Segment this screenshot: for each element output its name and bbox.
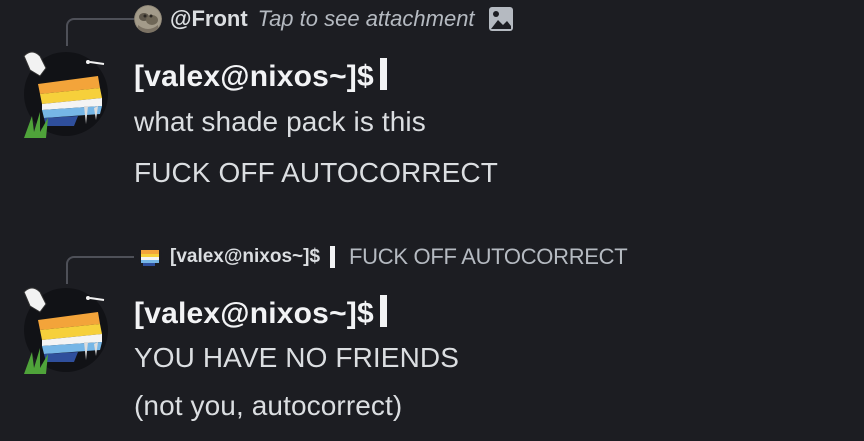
reply-preview-text[interactable]: Tap to see attachment xyxy=(258,6,475,32)
reply-reference[interactable]: [valex@nixos~]$ FUCK OFF AUTOCORRECT xyxy=(138,242,628,272)
reply-author[interactable]: @Front xyxy=(170,6,248,32)
image-icon xyxy=(487,5,515,33)
chat-view: @Front Tap to see attachment [valex@nixo… xyxy=(0,0,864,441)
reply-content-text[interactable]: FUCK OFF AUTOCORRECT xyxy=(349,244,628,270)
message-text: FUCK OFF AUTOCORRECT xyxy=(134,157,498,188)
message-author[interactable]: [valex@nixos~]$ xyxy=(134,58,401,94)
avatar[interactable] xyxy=(18,46,114,142)
reply-connector xyxy=(66,256,134,284)
message-text: (not you, autocorrect) xyxy=(134,390,403,421)
reply-avatar[interactable] xyxy=(134,5,162,33)
message-text: what shade pack is this xyxy=(134,106,426,137)
message-author[interactable]: [valex@nixos~]$ xyxy=(134,295,401,331)
author-name[interactable]: [valex@nixos~]$ xyxy=(134,60,374,93)
message-text: YOU HAVE NO FRIENDS xyxy=(134,342,459,373)
avatar[interactable] xyxy=(18,282,114,378)
reply-avatar[interactable] xyxy=(138,245,162,269)
cursor-bar-icon xyxy=(379,58,387,90)
reply-reference[interactable]: @Front Tap to see attachment xyxy=(134,3,515,35)
cursor-bar-icon xyxy=(330,246,336,268)
reply-author[interactable]: [valex@nixos~]$ xyxy=(170,246,320,268)
cursor-bar-icon xyxy=(379,295,387,327)
author-name[interactable]: [valex@nixos~]$ xyxy=(134,297,374,330)
reply-connector xyxy=(66,18,134,46)
